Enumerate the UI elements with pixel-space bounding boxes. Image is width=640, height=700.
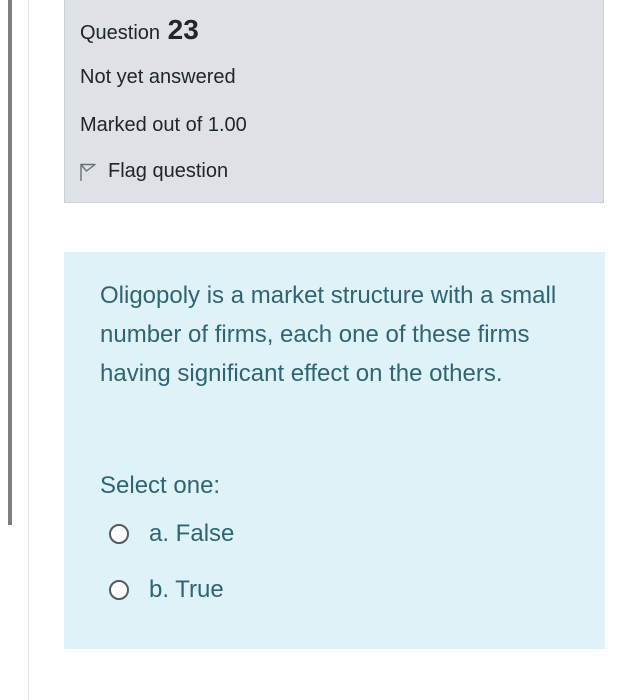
left-border-bar	[8, 0, 12, 525]
question-state: Not yet answered	[80, 66, 236, 88]
question-number: Question 23	[80, 14, 199, 46]
answer-option-b-label[interactable]: b. True	[149, 576, 224, 604]
answer-option-a[interactable]: a. False	[109, 520, 234, 548]
quiz-page: Question 23 Not yet answered Marked out …	[0, 0, 640, 700]
radio-button-a[interactable]	[109, 524, 129, 544]
flag-icon	[80, 163, 96, 181]
flag-question-link[interactable]: Flag question	[78, 160, 228, 183]
answer-prompt: Select one:	[100, 472, 221, 499]
answer-option-a-label[interactable]: a. False	[149, 520, 234, 548]
question-info-panel: Question 23 Not yet answered Marked out …	[64, 0, 604, 203]
question-text: Oligopoly is a market structure with a s…	[100, 282, 557, 387]
question-number-value: 23	[167, 14, 199, 45]
question-content-panel: Oligopoly is a market structure with a s…	[64, 252, 605, 649]
answer-option-b[interactable]: b. True	[109, 576, 224, 604]
question-grade: Marked out of 1.00	[80, 114, 247, 136]
flag-question-label: Flag question	[108, 160, 229, 182]
radio-button-b[interactable]	[109, 580, 129, 600]
question-label: Question	[80, 22, 161, 44]
left-divider	[28, 0, 29, 700]
